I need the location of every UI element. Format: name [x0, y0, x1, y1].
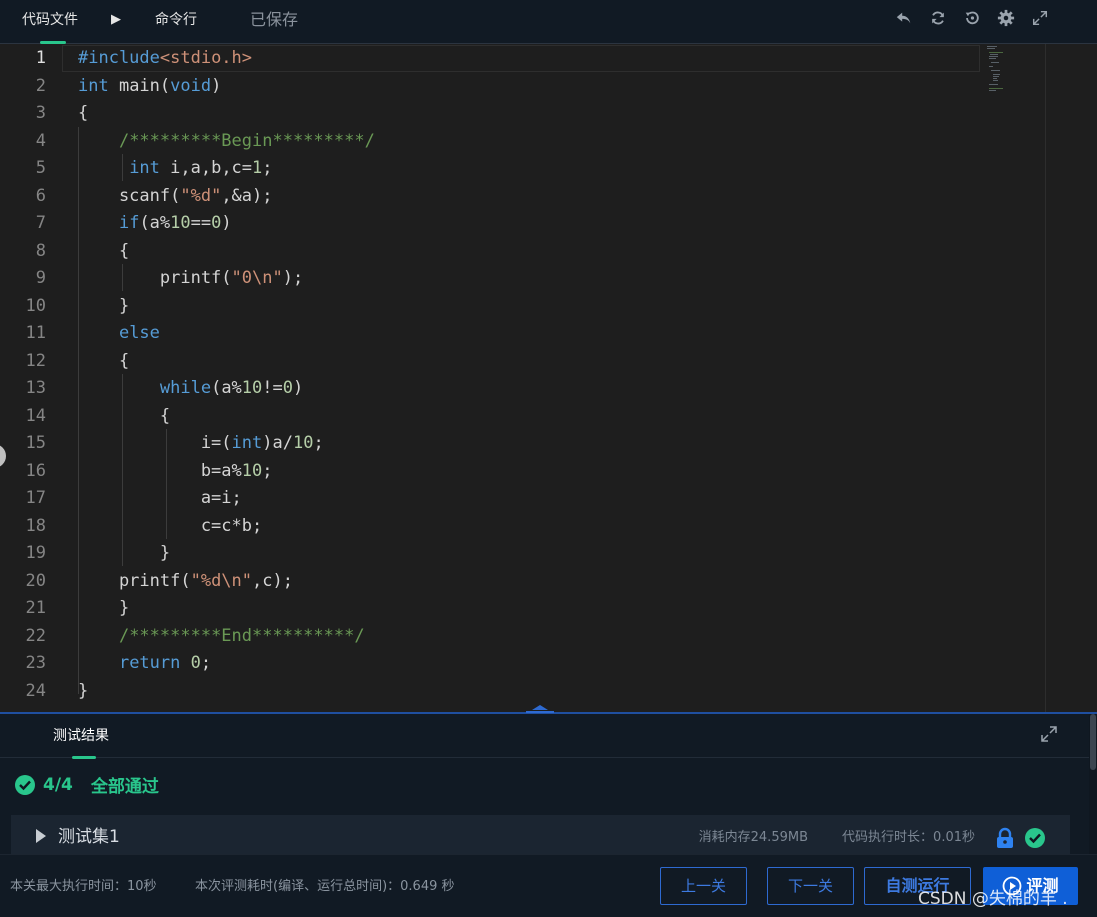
code-line-17: a=i;	[78, 488, 242, 508]
line-number-gutter: 1 2 3 4 5 6 7 8 9 10 11 12 13 14 15 16 17 18 19 20 21 22 23 24	[0, 44, 62, 712]
line-number: 23	[25, 653, 46, 673]
next-level-button[interactable]: 下一关	[767, 867, 854, 905]
csdn-watermark: CSDN @失棉的羊 .	[918, 889, 1068, 909]
line-number: 20	[25, 570, 46, 591]
code-line-20: printf("%d\n",c);	[78, 570, 293, 591]
code-line-15: i=(int)a/10;	[78, 433, 324, 453]
code-line-3: {	[78, 103, 89, 123]
settings-icon[interactable]	[995, 7, 1017, 29]
tab-code-file-label: 代码文件	[22, 12, 78, 28]
results-tabbar: 测试结果	[0, 714, 1089, 759]
check-circle-icon	[15, 774, 35, 795]
code-line-14: {	[78, 405, 171, 426]
code-line-24: }	[78, 680, 89, 701]
scrollbar-thumb[interactable]	[1090, 714, 1096, 770]
line-number: 5	[35, 158, 46, 178]
line-number: 19	[25, 543, 46, 563]
tab-command-line-label: 命令行	[155, 12, 197, 28]
code-line-23: return 0;	[118, 653, 212, 673]
line-number: 18	[25, 515, 46, 536]
code-line-21: }	[78, 598, 130, 618]
expand-icon[interactable]	[1039, 724, 1059, 744]
code-line-5: int i,a,b,c=1;	[129, 158, 273, 178]
code-line-4: /*********Begin*********/	[118, 130, 375, 151]
pass-status: 全部通过	[90, 777, 159, 797]
restore-icon[interactable]	[961, 7, 983, 29]
line-number: 6	[35, 185, 46, 206]
line-number: 11	[25, 323, 46, 343]
line-number: 22	[25, 625, 46, 646]
lock-icon[interactable]	[994, 827, 1016, 849]
score-text: 4/4	[43, 774, 73, 795]
prev-level-button[interactable]: 上一关	[660, 867, 747, 905]
code-line-8: {	[78, 240, 130, 261]
tab-code-file[interactable]: 代码文件	[22, 0, 78, 44]
tab-test-results-label: 测试结果	[53, 728, 109, 744]
line-number: 17	[25, 488, 46, 508]
passed-check-icon	[1024, 827, 1046, 849]
saved-status: 已保存	[250, 10, 299, 29]
line-number: 9	[35, 268, 46, 288]
code-minimap[interactable]	[985, 44, 1045, 94]
code-line-6: scanf("%d",&a);	[78, 185, 273, 206]
play-icon[interactable]: ▶	[111, 0, 121, 44]
code-line-11: else	[118, 323, 160, 343]
line-number: 3	[35, 103, 46, 123]
line-number: 15	[25, 433, 46, 453]
line-number: 7	[35, 213, 46, 233]
code-editor[interactable]: 1 2 3 4 5 6 7 8 9 10 11 12 13 14 15 16 17 18 19 20 21 22 23 24 …	[0, 44, 1072, 712]
code-line-19: }	[78, 543, 171, 563]
code-line-16: b=a%10;	[78, 460, 273, 481]
active-tab-indicator	[72, 756, 96, 759]
line-number: 10	[25, 295, 46, 316]
line-number: 16	[25, 460, 46, 481]
line-number: 1	[35, 48, 46, 68]
max-execution-time: 本关最大执行时间：10秒	[10, 879, 157, 894]
judge-cost-time: 本次评测耗时(编译、运行总时间)：0.649 秒	[195, 879, 455, 894]
toolbar-icons	[893, 7, 1051, 29]
editor-scrollbar[interactable]	[1045, 44, 1072, 712]
tab-command-line[interactable]: 命令行	[155, 0, 197, 44]
code-line-1: #include<stdio.h>	[78, 48, 253, 68]
line-number: 4	[35, 130, 46, 151]
code-line-10: }	[78, 295, 130, 316]
code-line-9: printf("0\n");	[78, 268, 304, 288]
results-summary: 4/4 全部通过	[15, 772, 159, 797]
line-number: 14	[25, 405, 46, 426]
fullscreen-icon[interactable]	[1029, 7, 1051, 29]
code-line-7: if(a%10==0)	[118, 213, 232, 233]
line-number: 12	[25, 350, 46, 371]
line-number: 21	[25, 598, 46, 618]
line-number: 13	[25, 378, 46, 398]
undo-icon[interactable]	[893, 7, 915, 29]
expand-triangle-icon[interactable]	[36, 828, 46, 843]
code-line-22: /*********End**********/	[118, 625, 365, 646]
line-number: 24	[25, 680, 46, 701]
refresh-icon[interactable]	[927, 7, 949, 29]
line-number: 8	[35, 240, 46, 261]
line-number: 2	[35, 75, 46, 96]
code-line-13: while(a%10!=0)	[159, 378, 304, 398]
editor-toolbar: 代码文件 ▶ 命令行 已保存	[0, 0, 1097, 44]
results-scrollbar[interactable]	[1089, 714, 1097, 854]
code-line-18: c=c*b;	[78, 515, 263, 536]
tab-test-results[interactable]: 测试结果	[53, 714, 109, 759]
code-line-12: {	[78, 350, 130, 371]
test-results-panel: 测试结果 4/4 全部通过 测试集1 消耗内存24.59MB 代码执行时长：0.…	[0, 714, 1089, 860]
code-line-2: int main(void)	[78, 75, 222, 96]
